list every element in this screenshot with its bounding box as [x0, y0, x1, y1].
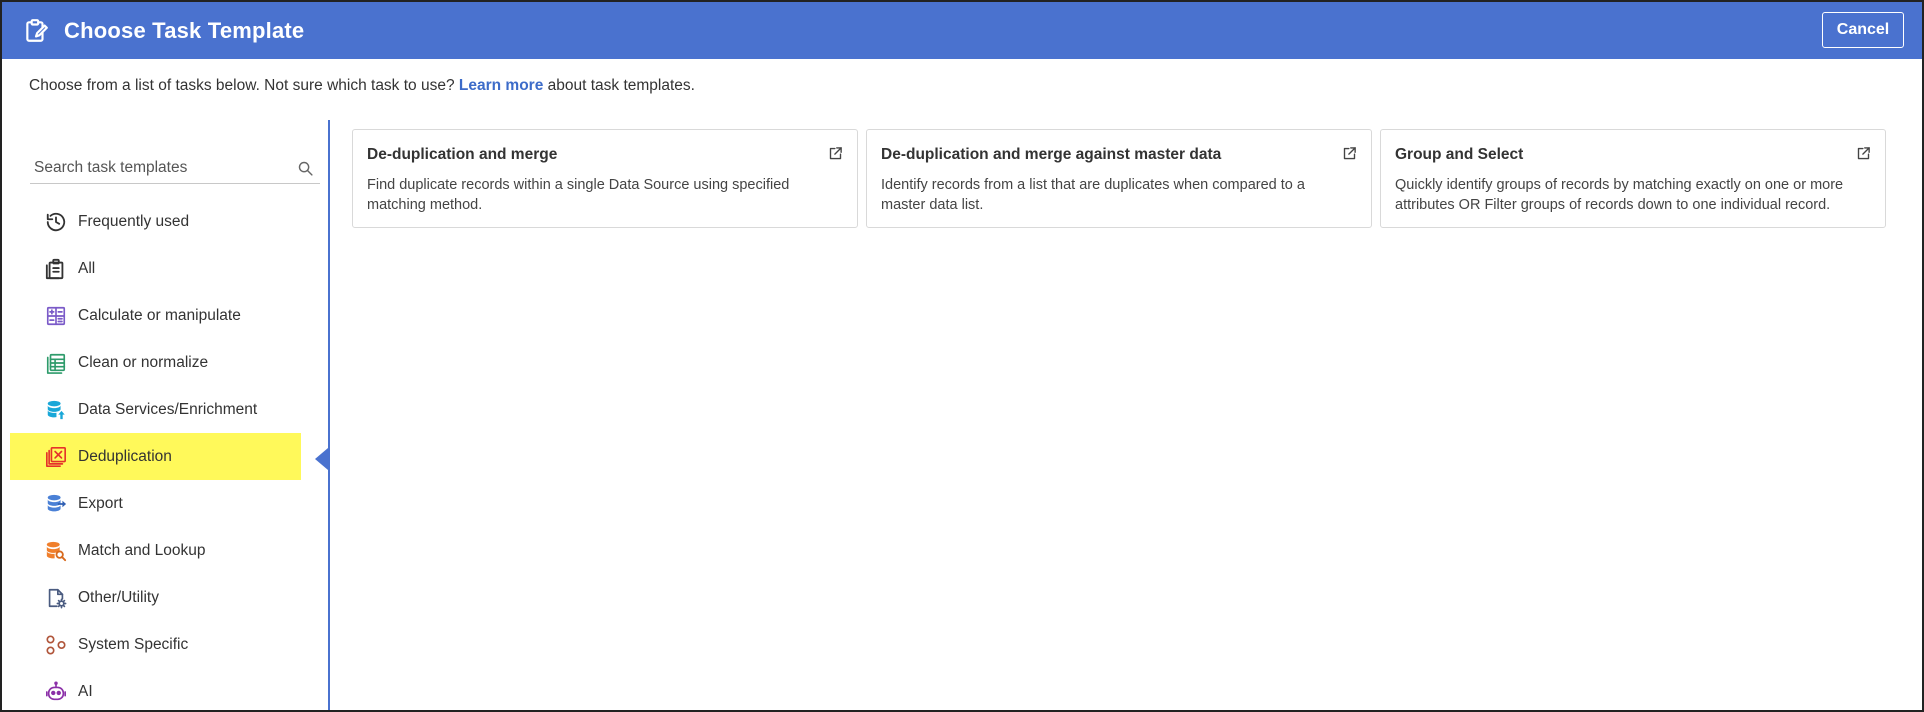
clipboard-list-icon — [44, 257, 68, 281]
sidebar-item-label: System Specific — [78, 635, 189, 653]
template-card-group-select[interactable]: Group and Select Quickly identify groups… — [1380, 129, 1886, 228]
open-external-icon[interactable] — [828, 146, 843, 166]
sidebar-item-label: Data Services/Enrichment — [78, 400, 258, 418]
sidebar-item-match-lookup[interactable]: Match and Lookup — [10, 527, 301, 574]
card-description: Quickly identify groups of records by ma… — [1395, 177, 1844, 213]
sidebar-item-frequently-used[interactable]: Frequently used — [10, 198, 301, 245]
card-title: De-duplication and merge — [367, 146, 558, 163]
clipboard-edit-icon — [22, 17, 50, 45]
search-input[interactable] — [30, 158, 280, 177]
sidebar-item-calculate[interactable]: Calculate or manipulate — [10, 292, 301, 339]
sidebar-item-label: Other/Utility — [78, 588, 159, 606]
cancel-button[interactable]: Cancel — [1822, 12, 1904, 48]
sidebar-item-export[interactable]: Export — [10, 480, 301, 527]
sidebar-item-label: Calculate or manipulate — [78, 306, 241, 324]
open-external-icon[interactable] — [1342, 146, 1357, 166]
sidebar-divider — [328, 120, 330, 710]
card-description: Identify records from a list that are du… — [881, 177, 1305, 213]
history-icon — [44, 210, 68, 234]
sidebar-item-label: Export — [78, 494, 123, 512]
sidebar-item-label: Frequently used — [78, 212, 190, 230]
card-title: Group and Select — [1395, 146, 1524, 163]
spreadsheet-icon — [44, 351, 68, 375]
file-gear-icon — [44, 586, 68, 610]
intro-prefix: Choose from a list of tasks below. Not s… — [29, 77, 455, 94]
dedupe-icon — [44, 445, 68, 469]
card-description: Find duplicate records within a single D… — [367, 177, 790, 213]
robot-icon — [44, 680, 68, 704]
sidebar-item-ai[interactable]: AI — [10, 668, 301, 710]
dialog: Choose Task Template Cancel Choose from … — [0, 0, 1924, 712]
dialog-title: Choose Task Template — [64, 17, 305, 43]
sidebar-item-label: Match and Lookup — [78, 541, 206, 559]
database-export-icon — [44, 492, 68, 516]
sidebar-item-system-specific[interactable]: System Specific — [10, 621, 301, 668]
sidebar-item-data-services[interactable]: Data Services/Enrichment — [10, 386, 301, 433]
template-cards: De-duplication and merge Find duplicate … — [352, 129, 1886, 228]
sidebar-item-other-utility[interactable]: Other/Utility — [10, 574, 301, 621]
intro-suffix: about task templates. — [547, 77, 695, 94]
active-pointer — [315, 448, 328, 470]
template-card-dedup-merge[interactable]: De-duplication and merge Find duplicate … — [352, 129, 858, 228]
sidebar-item-label: Deduplication — [78, 447, 172, 465]
category-list: Frequently used All Calculate or manipul… — [10, 198, 301, 710]
template-card-dedup-master[interactable]: De-duplication and merge against master … — [866, 129, 1372, 228]
search-icon[interactable] — [297, 160, 314, 182]
sidebar-item-clean[interactable]: Clean or normalize — [10, 339, 301, 386]
card-title: De-duplication and merge against master … — [881, 146, 1222, 163]
open-external-icon[interactable] — [1856, 146, 1871, 166]
sidebar-item-all[interactable]: All — [10, 245, 301, 292]
calculator-icon — [44, 304, 68, 328]
sidebar-item-deduplication[interactable]: Deduplication — [10, 433, 301, 480]
sidebar-item-label: All — [78, 259, 96, 277]
dialog-header: Choose Task Template Cancel — [2, 2, 1922, 59]
learn-more-link[interactable]: Learn more — [459, 77, 543, 94]
search-box — [30, 152, 320, 184]
database-search-icon — [44, 539, 68, 563]
database-upload-icon — [44, 398, 68, 422]
sidebar-item-label: Clean or normalize — [78, 353, 209, 371]
nodes-icon — [44, 633, 68, 657]
sidebar-item-label: AI — [78, 682, 93, 700]
intro-text: Choose from a list of tasks below. Not s… — [29, 77, 695, 95]
